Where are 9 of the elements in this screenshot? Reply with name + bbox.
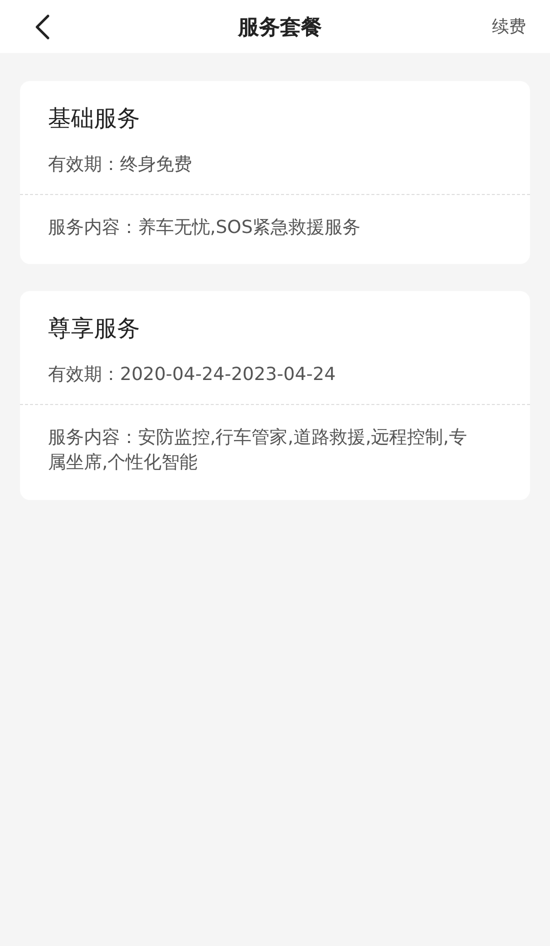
page-title: 服务套餐 [238,14,322,40]
service-content: 服务内容：安防监控,行车管家,道路救援,远程控制,专属坐席,个性化智能 [47,426,468,476]
renew-link[interactable]: 续费 [492,15,526,38]
service-content: 服务内容：养车无忧,SOS紧急救援服务 [47,216,362,240]
validity-text: 有效期：终身免费 [48,153,193,176]
package-name: 基础服务 [48,105,141,134]
back-icon[interactable] [34,14,50,40]
package-name: 尊享服务 [48,315,141,344]
validity-text: 有效期：2020-04-24-2023-04-24 [48,363,337,386]
